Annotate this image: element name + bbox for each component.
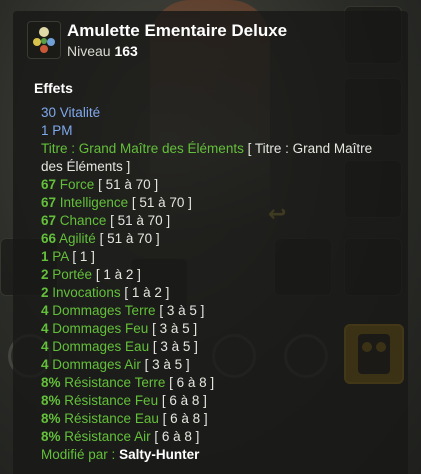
effect-value: 67: [41, 195, 57, 210]
effect-range: [ 6 à 8 ]: [154, 429, 200, 444]
effect-value: 4: [41, 303, 49, 318]
effect-line: Titre : Grand Maître des Éléments [ Titr…: [41, 140, 391, 176]
effect-range: [ 1 à 2 ]: [124, 285, 170, 300]
effect-name: Dommages Feu: [52, 321, 149, 336]
effect-value: 66: [41, 231, 57, 246]
effects-title: Effets: [34, 80, 73, 96]
effect-range: [ 3 à 5 ]: [159, 303, 205, 318]
effect-range: [ 51 à 70 ]: [110, 213, 171, 228]
amulet-icon: [27, 21, 61, 59]
effect-range: [ 3 à 5 ]: [152, 321, 198, 336]
effect-line: 8% Résistance Eau [ 6 à 8 ]: [41, 410, 391, 428]
effect-line: 4 Dommages Eau [ 3 à 5 ]: [41, 338, 391, 356]
effect-line: 8% Résistance Feu [ 6 à 8 ]: [41, 392, 391, 410]
effect-name: Dommages Eau: [52, 339, 150, 354]
effect-line: 67 Force [ 51 à 70 ]: [41, 176, 391, 194]
item-name: Amulette Ementaire Deluxe: [67, 21, 288, 40]
effect-name: Invocations: [52, 285, 121, 300]
effect-value: 4: [41, 357, 49, 372]
effect-name: Résistance Eau: [64, 411, 159, 426]
effect-value: 8%: [41, 429, 61, 444]
effect-value: 4: [41, 339, 49, 354]
effect-name: Agilité: [59, 231, 96, 246]
effect-line: 8% Résistance Terre [ 6 à 8 ]: [41, 374, 391, 392]
modified-label: Modifié par :: [41, 447, 116, 462]
effect-value: 2: [41, 267, 49, 282]
effect-range: [ 6 à 8 ]: [169, 375, 215, 390]
effect-value: 8%: [41, 411, 61, 426]
effect-value: 8%: [41, 393, 61, 408]
effect-name: Résistance Air: [64, 429, 151, 444]
effect-value: 8%: [41, 375, 61, 390]
effect-value: 67: [41, 177, 57, 192]
effect-line: 30 Vitalité: [41, 104, 391, 122]
effect-name: PA: [52, 249, 69, 264]
effect-name: Vitalité: [59, 105, 101, 120]
effect-name: Dommages Air: [52, 357, 141, 372]
effect-value: 67: [41, 213, 57, 228]
effect-name: Titre : Grand Maître des Éléments: [41, 141, 244, 156]
effect-name: Chance: [59, 213, 107, 228]
effect-range: [ 3 à 5 ]: [144, 357, 190, 372]
effect-value: 4: [41, 321, 49, 336]
effect-range: [ 3 à 5 ]: [152, 339, 198, 354]
effect-line: 4 Dommages Feu [ 3 à 5 ]: [41, 320, 391, 338]
effect-name: Portée: [52, 267, 93, 282]
effect-line: 8% Résistance Air [ 6 à 8 ]: [41, 428, 391, 446]
effect-name: Intelligence: [59, 195, 129, 210]
effect-line: 67 Chance [ 51 à 70 ]: [41, 212, 391, 230]
effect-value: 30: [41, 105, 57, 120]
effect-line: 4 Dommages Air [ 3 à 5 ]: [41, 356, 391, 374]
effect-range: [ 51 à 70 ]: [98, 177, 159, 192]
effect-name: PM: [52, 123, 73, 138]
effect-value: 1: [41, 123, 49, 138]
effect-range: [ 1 ]: [72, 249, 95, 264]
effect-range: [ 6 à 8 ]: [161, 393, 207, 408]
effect-name: Dommages Terre: [52, 303, 156, 318]
effect-line: 1 PM: [41, 122, 391, 140]
level-label: Niveau: [67, 43, 111, 59]
modified-by-line: Modifié par : Salty-Hunter: [41, 446, 391, 464]
effect-range: [ 1 à 2 ]: [95, 267, 141, 282]
effect-range: [ 51 à 70 ]: [99, 231, 160, 246]
effect-line: 4 Dommages Terre [ 3 à 5 ]: [41, 302, 391, 320]
effect-name: Force: [59, 177, 95, 192]
effect-line: 2 Portée [ 1 à 2 ]: [41, 266, 391, 284]
effect-line: 1 PA [ 1 ]: [41, 248, 391, 266]
effect-line: 67 Intelligence [ 51 à 70 ]: [41, 194, 391, 212]
modified-author: Salty-Hunter: [119, 447, 200, 462]
effect-line: 66 Agilité [ 51 à 70 ]: [41, 230, 391, 248]
effect-value: 1: [41, 249, 49, 264]
effect-range: [ 6 à 8 ]: [162, 411, 208, 426]
effect-value: 2: [41, 285, 49, 300]
item-level: Niveau 163: [67, 43, 138, 59]
effects-list: 30 Vitalité 1 PM Titre : Grand Maître de…: [41, 104, 391, 464]
level-value: 163: [114, 43, 138, 59]
effect-line: 2 Invocations [ 1 à 2 ]: [41, 284, 391, 302]
effect-name: Résistance Feu: [64, 393, 159, 408]
item-tooltip: Amulette Ementaire Deluxe Niveau 163 Eff…: [13, 11, 408, 474]
effect-range: [ 51 à 70 ]: [131, 195, 192, 210]
effect-name: Résistance Terre: [64, 375, 166, 390]
tooltip-header: Amulette Ementaire Deluxe Niveau 163: [27, 19, 408, 63]
